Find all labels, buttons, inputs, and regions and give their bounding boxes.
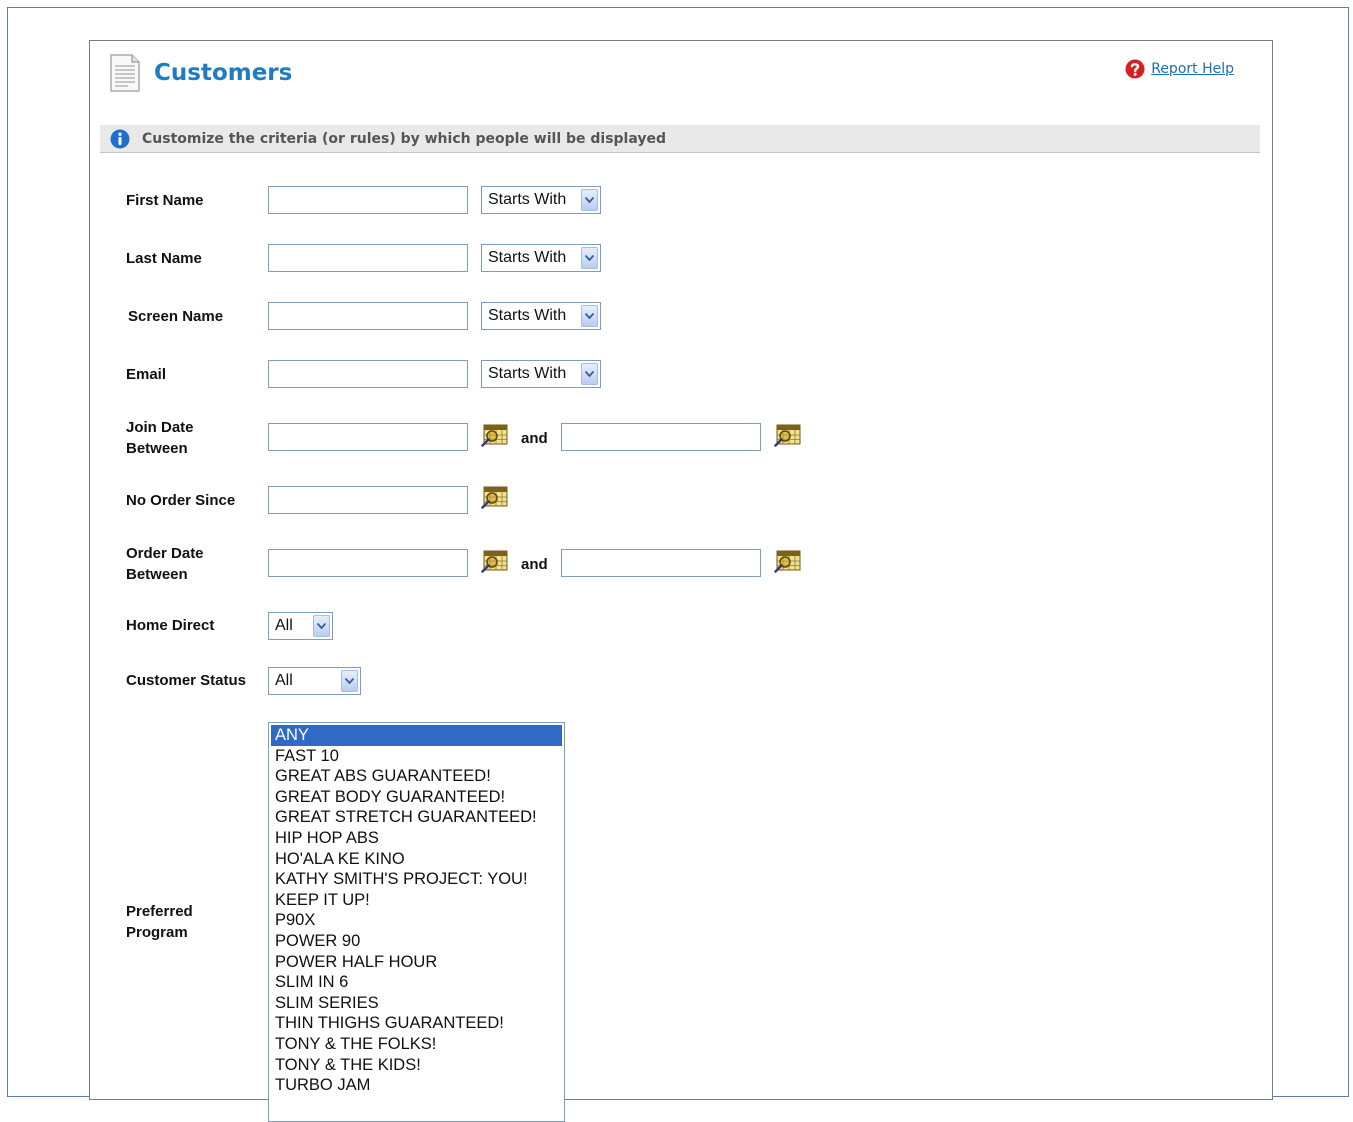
first-name-operator-value: Starts With: [488, 191, 567, 208]
page-title: Customers: [154, 60, 293, 86]
program-option[interactable]: POWER HALF HOUR: [271, 952, 562, 973]
last-name-label: Last Name: [126, 250, 202, 267]
program-option[interactable]: ANY: [271, 725, 562, 746]
info-bar: Customize the criteria (or rules) by whi…: [100, 125, 1260, 153]
calendar-icon[interactable]: [481, 485, 509, 509]
program-option[interactable]: HIP HOP ABS: [271, 828, 562, 849]
screen-name-input[interactable]: [268, 302, 468, 330]
report-help-link[interactable]: Report Help: [1125, 59, 1234, 79]
chevron-down-icon: [581, 189, 598, 211]
order-date-and-label: and: [521, 556, 548, 573]
first-name-input[interactable]: [268, 186, 468, 214]
info-text: Customize the criteria (or rules) by whi…: [142, 130, 667, 147]
program-option[interactable]: GREAT BODY GUARANTEED!: [271, 787, 562, 808]
no-order-since-input[interactable]: [268, 486, 468, 514]
chevron-down-icon: [581, 247, 598, 269]
last-name-input[interactable]: [268, 244, 468, 272]
preferred-program-label-line1: Preferred: [126, 903, 193, 920]
customer-status-select[interactable]: All: [268, 667, 361, 695]
screen-name-operator-select[interactable]: Starts With: [481, 302, 601, 330]
program-option[interactable]: TONY & THE KIDS!: [271, 1055, 562, 1076]
info-icon: [110, 129, 130, 148]
program-option[interactable]: SLIM IN 6: [271, 972, 562, 993]
preferred-program-listbox[interactable]: ANY FAST 10 GREAT ABS GUARANTEED! GREAT BOD…: [268, 722, 565, 1122]
email-label: Email: [126, 366, 167, 383]
preferred-program-label: Preferred Program: [126, 901, 193, 943]
program-option[interactable]: POWER 90: [271, 931, 562, 952]
order-date-label-line2: Between: [126, 566, 188, 583]
chevron-down-icon: [581, 305, 598, 327]
home-direct-select[interactable]: All: [268, 612, 333, 640]
email-operator-select[interactable]: Starts With: [481, 360, 601, 388]
title-row: Customers: [108, 53, 292, 93]
preferred-program-label-line2: Program: [126, 924, 188, 941]
program-option[interactable]: SLIM SERIES: [271, 993, 562, 1014]
program-option[interactable]: THIN THIGHS GUARANTEED!: [271, 1013, 562, 1034]
order-date-label: Order Date Between: [126, 543, 204, 585]
calendar-icon[interactable]: [481, 549, 509, 573]
help-icon: [1125, 59, 1145, 79]
calendar-icon[interactable]: [774, 423, 802, 447]
first-name-operator-select[interactable]: Starts With: [481, 186, 601, 214]
program-option[interactable]: FAST 10: [271, 746, 562, 767]
calendar-icon[interactable]: [481, 423, 509, 447]
join-date-label-line1: Join Date: [126, 419, 194, 436]
join-date-to-input[interactable]: [561, 423, 761, 451]
program-option[interactable]: TURBO JAM: [271, 1075, 562, 1096]
join-date-label: Join Date Between: [126, 417, 194, 459]
program-options: ANY FAST 10 GREAT ABS GUARANTEED! GREAT BOD…: [271, 725, 562, 1096]
email-input[interactable]: [268, 360, 468, 388]
program-option[interactable]: KEEP IT UP!: [271, 890, 562, 911]
document-icon: [110, 54, 140, 92]
program-option[interactable]: KATHY SMITH'S PROJECT: YOU!: [271, 869, 562, 890]
program-option[interactable]: HO'ALA KE KINO: [271, 849, 562, 870]
customer-status-label: Customer Status: [126, 672, 247, 689]
home-direct-label: Home Direct: [126, 617, 215, 634]
calendar-icon[interactable]: [774, 549, 802, 573]
program-option[interactable]: P90X: [271, 910, 562, 931]
chevron-down-icon: [313, 615, 330, 637]
join-date-label-line2: Between: [126, 440, 188, 457]
last-name-operator-select[interactable]: Starts With: [481, 244, 601, 272]
chevron-down-icon: [341, 670, 358, 692]
report-panel: Customers Report Help Customize the crit…: [89, 40, 1273, 1122]
customer-status-value: All: [275, 672, 293, 689]
first-name-label: First Name: [126, 192, 204, 209]
order-date-from-input[interactable]: [268, 549, 468, 577]
order-date-to-input[interactable]: [561, 549, 761, 577]
home-direct-value: All: [275, 617, 293, 634]
screen-name-label: Screen Name: [128, 308, 224, 325]
screen-name-operator-value: Starts With: [488, 307, 567, 324]
program-option[interactable]: GREAT ABS GUARANTEED!: [271, 766, 562, 787]
join-date-from-input[interactable]: [268, 423, 468, 451]
last-name-operator-value: Starts With: [488, 249, 567, 266]
program-option[interactable]: TONY & THE FOLKS!: [271, 1034, 562, 1055]
email-operator-value: Starts With: [488, 365, 567, 382]
chevron-down-icon: [581, 363, 598, 385]
no-order-since-label: No Order Since: [126, 492, 236, 509]
join-date-and-label: and: [521, 430, 548, 447]
report-help-label[interactable]: Report Help: [1151, 61, 1234, 77]
order-date-label-line1: Order Date: [126, 545, 204, 562]
program-option[interactable]: GREAT STRETCH GUARANTEED!: [271, 807, 562, 828]
